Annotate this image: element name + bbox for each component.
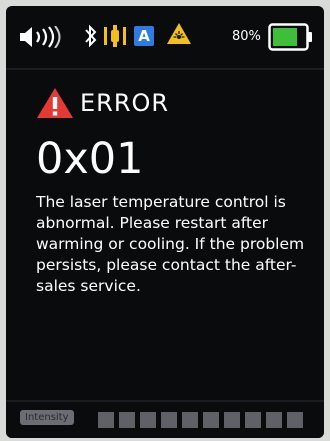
battery-fill xyxy=(273,28,297,46)
auto-mode-label: A xyxy=(138,27,150,45)
intensity-bar xyxy=(287,412,303,428)
intensity-bar xyxy=(182,412,198,428)
intensity-bar xyxy=(140,412,156,428)
intensity-label: Intensity xyxy=(20,410,74,425)
light-icon xyxy=(104,25,126,47)
intensity-bar xyxy=(119,412,135,428)
intensity-bar xyxy=(161,412,177,428)
intensity-bar xyxy=(245,412,261,428)
intensity-bar xyxy=(266,412,282,428)
warning-icon xyxy=(37,88,73,118)
intensity-bar xyxy=(224,412,240,428)
bluetooth-icon xyxy=(85,24,97,48)
error-code: 0x01 xyxy=(36,134,144,184)
intensity-level-bars xyxy=(98,412,303,428)
battery-icon xyxy=(268,23,312,51)
intensity-footer: Intensity xyxy=(6,400,324,438)
auto-mode-icon: A xyxy=(134,26,154,46)
speaker-volume-icon xyxy=(20,26,61,48)
error-title: ERROR xyxy=(80,89,170,117)
laser-warning-icon xyxy=(167,23,191,44)
error-message: The laser temperature control is abnorma… xyxy=(36,193,305,295)
device-screen: A 80% ERROR 0x01 The laser temperature c… xyxy=(6,6,324,438)
battery-percentage: 80% xyxy=(232,29,261,44)
intensity-bar xyxy=(98,412,114,428)
status-bar: A 80% xyxy=(6,6,324,70)
intensity-bar xyxy=(203,412,219,428)
